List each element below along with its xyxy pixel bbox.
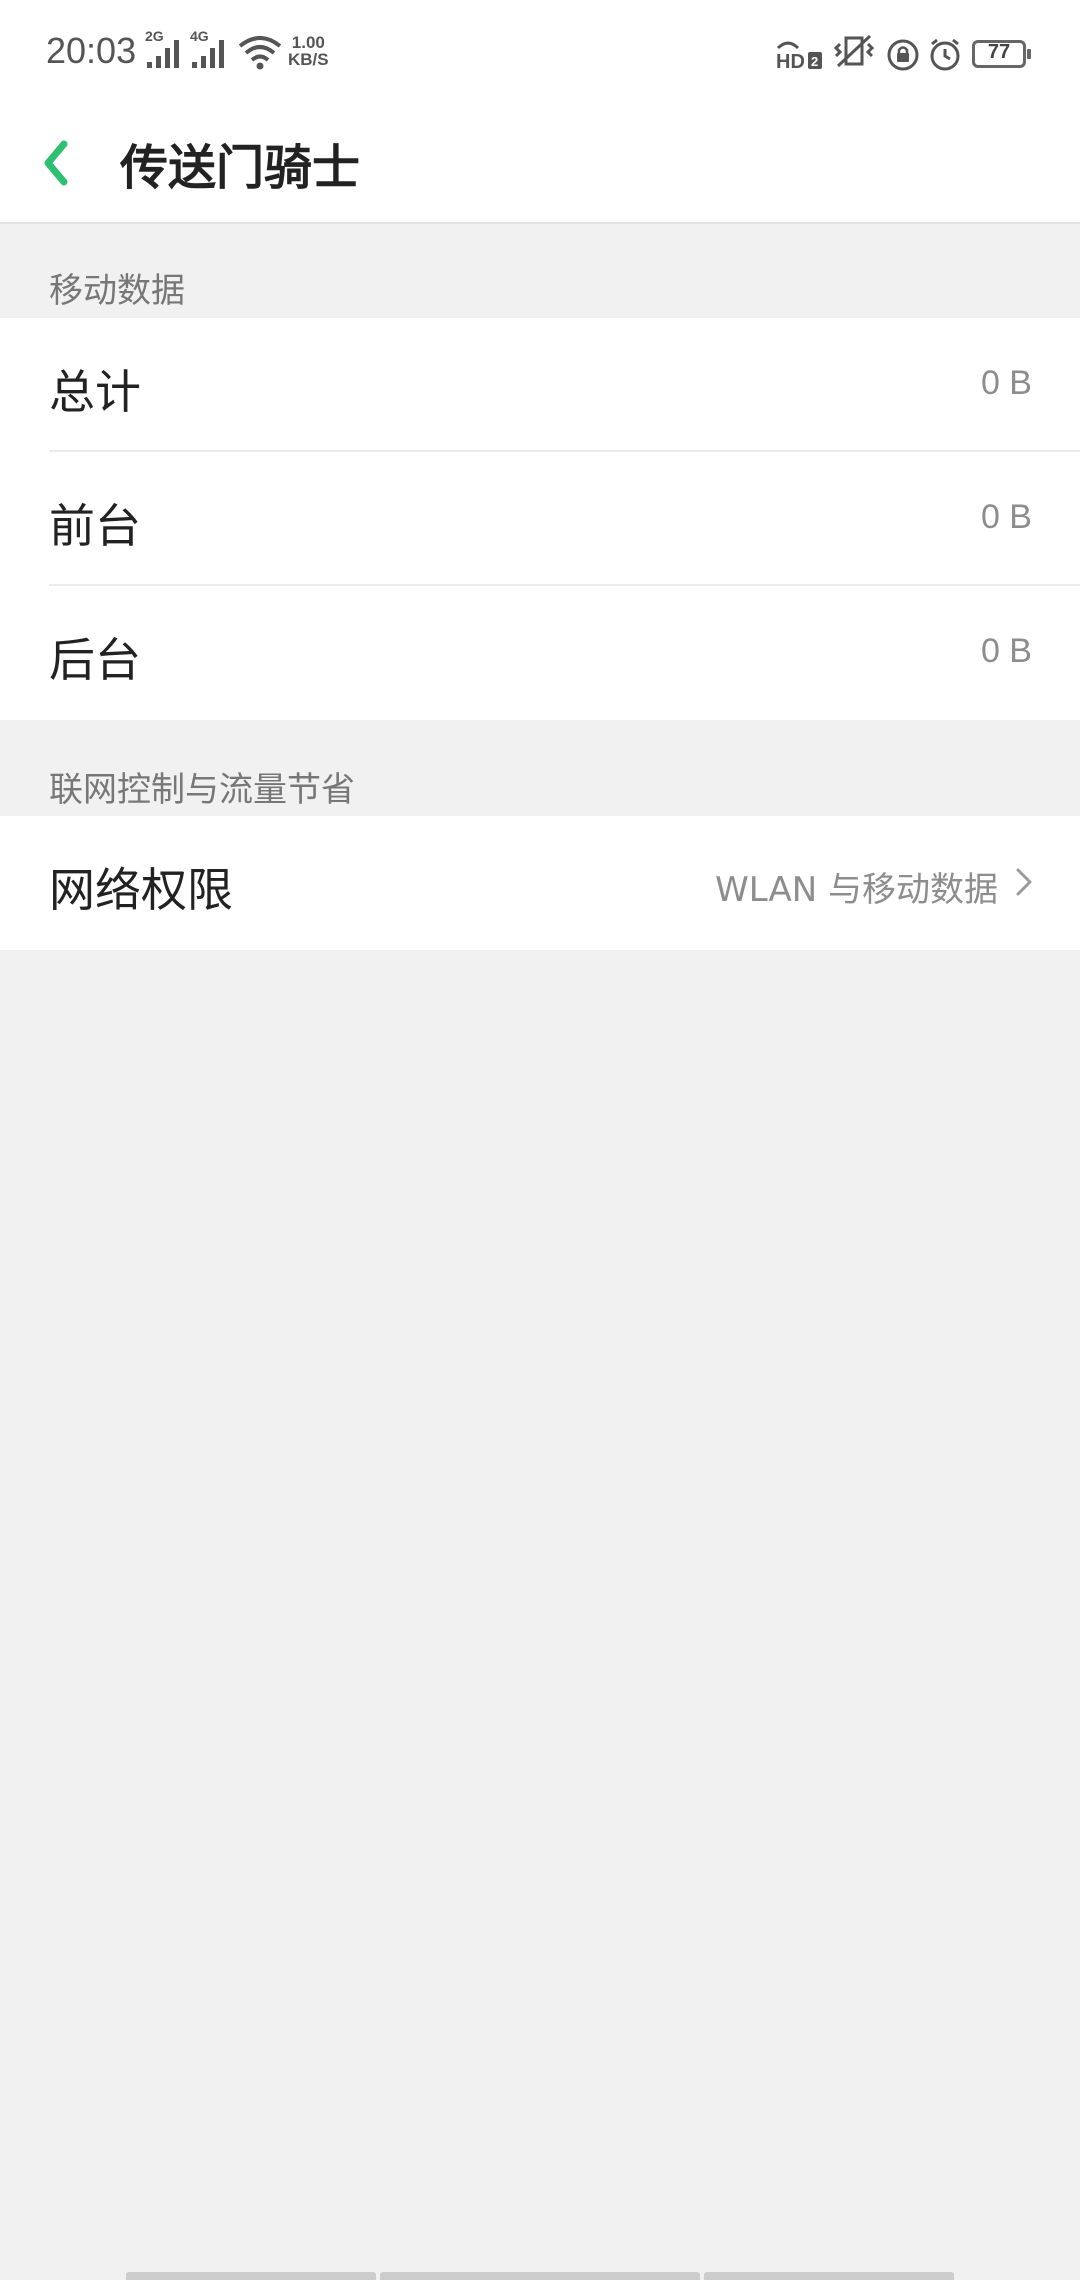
nav-gesture-hint[interactable] xyxy=(380,2272,700,2280)
row-value: WLAN 与移动数据 xyxy=(715,870,998,910)
signal-icon: 2G xyxy=(145,28,185,74)
hd-icon: HD 2 xyxy=(774,38,824,74)
svg-text:HD: HD xyxy=(776,51,805,70)
usage-row-background: 后台 0 B xyxy=(0,586,1080,720)
network-speed-value: 1.00 xyxy=(291,33,325,52)
usage-row-total: 总计 0 B xyxy=(0,318,1080,452)
row-label: 后台 xyxy=(49,633,141,687)
battery-icon: 77 xyxy=(972,40,1031,68)
vibrate-icon xyxy=(832,34,876,74)
nav-gesture-hint[interactable] xyxy=(704,2272,954,2280)
rotation-lock-icon xyxy=(886,38,920,76)
wifi-icon xyxy=(238,36,282,74)
signal-icon: 4G xyxy=(190,28,230,74)
alarm-icon xyxy=(928,38,962,76)
row-value: 0 B xyxy=(980,632,1032,670)
back-button[interactable] xyxy=(30,118,100,208)
row-label: 总计 xyxy=(49,365,141,419)
network-speed-unit: KB/S xyxy=(288,50,329,69)
section-header-mobile-data: 移动数据 xyxy=(49,271,185,311)
status-bar: 20:03 2G 4G 1.00 KB/S HD 2 77 xyxy=(0,0,1080,110)
row-value: 0 B xyxy=(980,498,1032,536)
signal-label: 4G xyxy=(190,28,209,44)
section-header-network-control: 联网控制与流量节省 xyxy=(49,770,355,810)
network-speed: 1.00 KB/S xyxy=(288,34,329,68)
row-value: 0 B xyxy=(980,364,1032,402)
svg-text:2: 2 xyxy=(811,54,818,69)
signal-label: 2G xyxy=(145,28,164,44)
chevron-right-icon xyxy=(1016,868,1032,896)
status-time: 20:03 xyxy=(46,30,137,71)
battery-level: 77 xyxy=(987,41,1011,63)
row-label: 网络权限 xyxy=(49,863,233,917)
back-arrow-icon xyxy=(44,140,68,186)
network-permission-row[interactable]: 网络权限 WLAN 与移动数据 xyxy=(0,816,1080,950)
nav-gesture-hint[interactable] xyxy=(126,2272,376,2280)
row-label: 前台 xyxy=(49,499,141,553)
app-header: 传送门骑士 xyxy=(0,110,1080,224)
usage-row-foreground: 前台 0 B xyxy=(0,452,1080,586)
page-title: 传送门骑士 xyxy=(120,140,361,196)
